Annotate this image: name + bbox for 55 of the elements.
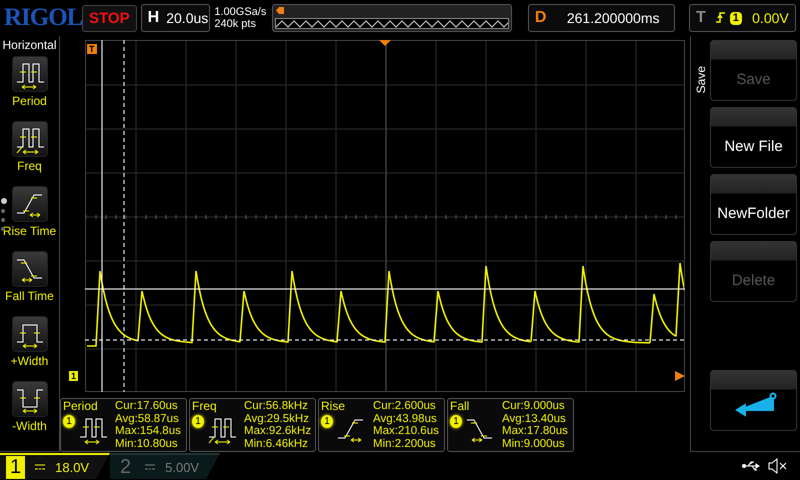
memory-depth: 240k pts [214, 18, 257, 30]
measurement-name: Fall [450, 400, 470, 413]
measurement-value: Avg:29.5kHz [244, 412, 310, 425]
measurement-value: Cur:9.000us [502, 400, 566, 412]
dc-coupling-icon [145, 464, 156, 470]
measurement-value: Avg:43.98us [373, 412, 438, 425]
measurement-value: Cur:2.600us [373, 400, 437, 412]
measurement-value: Min:2.200us [373, 438, 437, 450]
measurement-value: Max:92.6kHz [244, 425, 312, 438]
menu-title: Save [694, 66, 708, 94]
channel-badge: 1 [321, 415, 333, 428]
measure-menu-item[interactable]: -Width [0, 381, 60, 446]
measure-menu-item[interactable]: Period [0, 56, 60, 121]
measurement-value: Min:10.80us [115, 438, 179, 450]
menu-title: Horizontal [2, 38, 57, 52]
run-status: STOP [82, 4, 137, 32]
trigger-marker[interactable]: T [87, 44, 96, 54]
measurement-value: Cur:17.60us [115, 400, 179, 412]
sample-rate: 1.00GSa/s [214, 6, 268, 18]
measurement-name: Period [63, 400, 99, 413]
return-button[interactable] [710, 370, 797, 431]
measurement-name: Rise [321, 400, 346, 413]
dc-coupling-icon [35, 464, 46, 470]
measurement-value: Max:17.80us [502, 425, 568, 438]
usb-icon [742, 460, 762, 472]
timebase-display: H 20.0us [140, 4, 210, 32]
channel-marker[interactable]: 1 [69, 371, 78, 381]
measure-menu-item[interactable]: +Width [0, 316, 60, 381]
trigger-level-marker[interactable] [675, 371, 685, 381]
channel-badge: 1 [63, 415, 75, 428]
channel-tab[interactable]: 2 5.00V [110, 453, 220, 479]
position-marker-icon [276, 7, 284, 14]
measure-menu-item[interactable]: Rise Time [0, 186, 60, 251]
delay-display: D 261.200000ms [528, 4, 675, 32]
channel-badge: 1 [450, 415, 462, 428]
softkey-button[interactable]: New File [710, 107, 797, 168]
channel-badge: 1 [192, 415, 204, 428]
measure-menu-item[interactable]: Freq [0, 121, 60, 186]
measurement-value: Avg:58.87us [115, 412, 180, 425]
measure-menu-item[interactable]: Fall Time [0, 251, 60, 316]
measurement-value: Avg:13.40us [502, 412, 567, 425]
waveform-thumbnail-icon [274, 18, 509, 29]
measurement-value: Min:9.000us [502, 438, 566, 450]
softkey-button[interactable]: NewFolder [710, 174, 797, 235]
trigger-display: T 1 0.00V [688, 4, 796, 32]
rising-edge-icon [716, 11, 726, 25]
trigger-position-marker[interactable] [379, 40, 391, 46]
measurement-value: Max:154.8us [115, 425, 181, 438]
trigger-channel: 1 [730, 12, 742, 24]
measurement-value: Min:6.46kHz [244, 438, 309, 450]
channel-tab[interactable]: 1 18.0V [0, 453, 110, 479]
measurement-name: Freq [192, 400, 218, 413]
measurement-value: Max:210.6us [373, 425, 439, 438]
speaker-muted-icon [768, 458, 788, 474]
measurement-value: Cur:56.8kHz [244, 400, 309, 412]
